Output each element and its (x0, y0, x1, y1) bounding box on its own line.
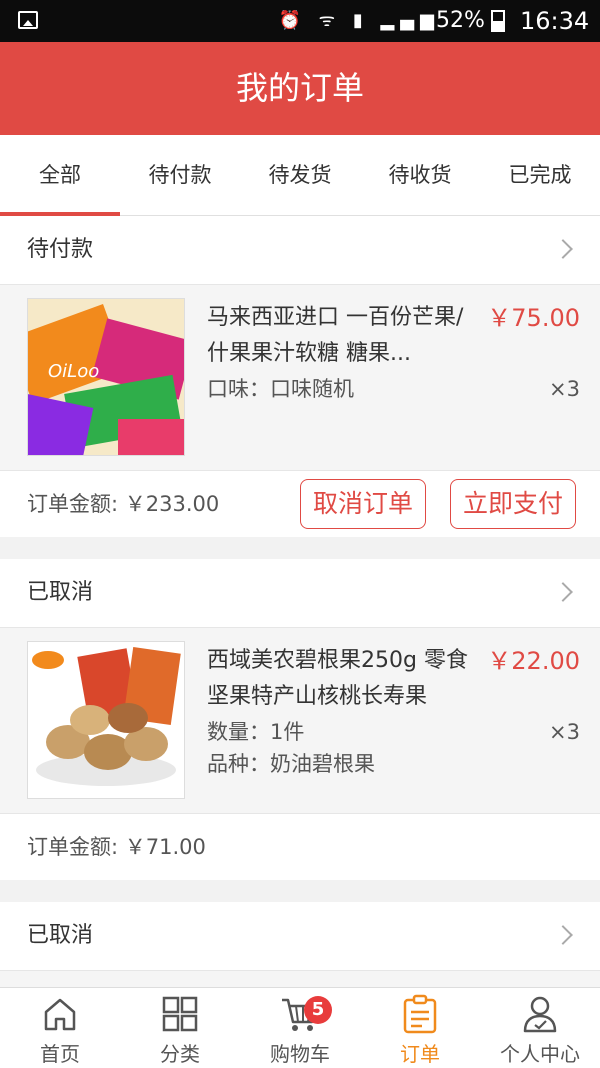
order-card: 待付款 OiLoo 马来西亚进口 一百份芒果/什果果汁软糖 糖果... ￥75.… (0, 216, 600, 537)
chevron-right-icon (553, 239, 573, 259)
product-image: OiLoo (27, 298, 185, 456)
page-header: 我的订单 (0, 42, 600, 135)
product-quantity-spec: 数量：1件 (207, 720, 305, 744)
product-price: ￥22.00 (487, 647, 580, 675)
nav-cart[interactable]: 5 购物车 (240, 988, 360, 1068)
product-quantity: ×3 (549, 377, 580, 401)
nav-home-label: 首页 (40, 1042, 80, 1066)
nav-category-label: 分类 (160, 1042, 200, 1066)
chevron-right-icon (553, 925, 573, 945)
order-header[interactable]: 已取消 (0, 559, 600, 628)
order-tabs: 全部 待付款 待发货 待收货 已完成 (0, 135, 600, 216)
order-total: 订单金额: ￥233.00 (27, 492, 220, 516)
svg-text:OiLoo: OiLoo (48, 361, 99, 382)
cancel-order-button[interactable]: 取消订单 (300, 479, 427, 529)
nav-profile-label: 个人中心 (500, 1042, 580, 1066)
nav-orders-label: 订单 (400, 1042, 440, 1066)
battery-icon (491, 10, 505, 32)
nav-home[interactable]: 首页 (0, 988, 120, 1068)
page-title: 我的订单 (235, 69, 364, 107)
tab-completed[interactable]: 已完成 (480, 135, 600, 215)
tab-pending-shipment[interactable]: 待发货 (240, 135, 360, 215)
clock: 16:34 (520, 7, 590, 35)
product-image (27, 641, 185, 799)
order-status: 待付款 (27, 237, 94, 262)
product-variety-spec: 品种：奶油碧根果 (207, 752, 375, 776)
status-icons: ⏰ ᯤ ▮ ▂▄▆ (278, 10, 440, 31)
tab-pending-receipt[interactable]: 待收货 (360, 135, 480, 215)
bottom-nav: 首页 分类 5 购物车 订单 个人中心 (0, 987, 600, 1068)
order-footer: 订单金额: ￥233.00 取消订单 立即支付 (0, 470, 600, 537)
user-icon (523, 996, 557, 1033)
cart-count-badge: 5 (304, 996, 332, 1024)
category-grid-icon (162, 996, 198, 1032)
pay-now-button[interactable]: 立即支付 (450, 479, 577, 529)
home-icon (44, 998, 76, 1031)
order-header[interactable]: 待付款 (0, 216, 600, 285)
battery-percent: 52% (436, 8, 485, 33)
product-title: 马来西亚进口 一百份芒果/什果果汁软糖 糖果... (207, 305, 464, 366)
nav-cart-label: 购物车 (270, 1042, 330, 1066)
nav-profile[interactable]: 个人中心 (480, 988, 600, 1068)
order-status: 已取消 (27, 923, 94, 948)
order-card: 已取消 (0, 902, 600, 988)
order-item[interactable]: OiLoo 马来西亚进口 一百份芒果/什果果汁软糖 糖果... ￥75.00 口… (0, 285, 600, 470)
chevron-right-icon (553, 582, 573, 602)
nav-orders[interactable]: 订单 (360, 988, 480, 1068)
product-title: 西域美农碧根果250g 零食坚果特产山核桃长寿果 (207, 648, 468, 709)
status-bar: ⏰ ᯤ ▮ ▂▄▆ 52% 16:34 (0, 0, 600, 42)
order-card: 已取消 西域美农碧根果250g 零食坚果特产山核桃长寿果 ￥22.00 数量：1… (0, 559, 600, 880)
product-price: ￥75.00 (487, 304, 580, 332)
order-footer: 订单金额: ￥71.00 (0, 813, 600, 880)
tab-all[interactable]: 全部 (0, 135, 120, 216)
orders-icon (403, 994, 437, 1034)
order-item[interactable]: 西域美农碧根果250g 零食坚果特产山核桃长寿果 ￥22.00 数量：1件 品种… (0, 628, 600, 813)
order-status: 已取消 (27, 580, 94, 605)
product-spec: 口味：口味随机 (207, 377, 354, 401)
order-header[interactable]: 已取消 (0, 902, 600, 971)
tab-pending-payment[interactable]: 待付款 (120, 135, 240, 215)
product-quantity: ×3 (549, 720, 580, 744)
order-total: 订单金额: ￥71.00 (27, 835, 206, 859)
gallery-icon (18, 11, 38, 29)
nav-category[interactable]: 分类 (120, 988, 240, 1068)
order-item (0, 971, 600, 988)
